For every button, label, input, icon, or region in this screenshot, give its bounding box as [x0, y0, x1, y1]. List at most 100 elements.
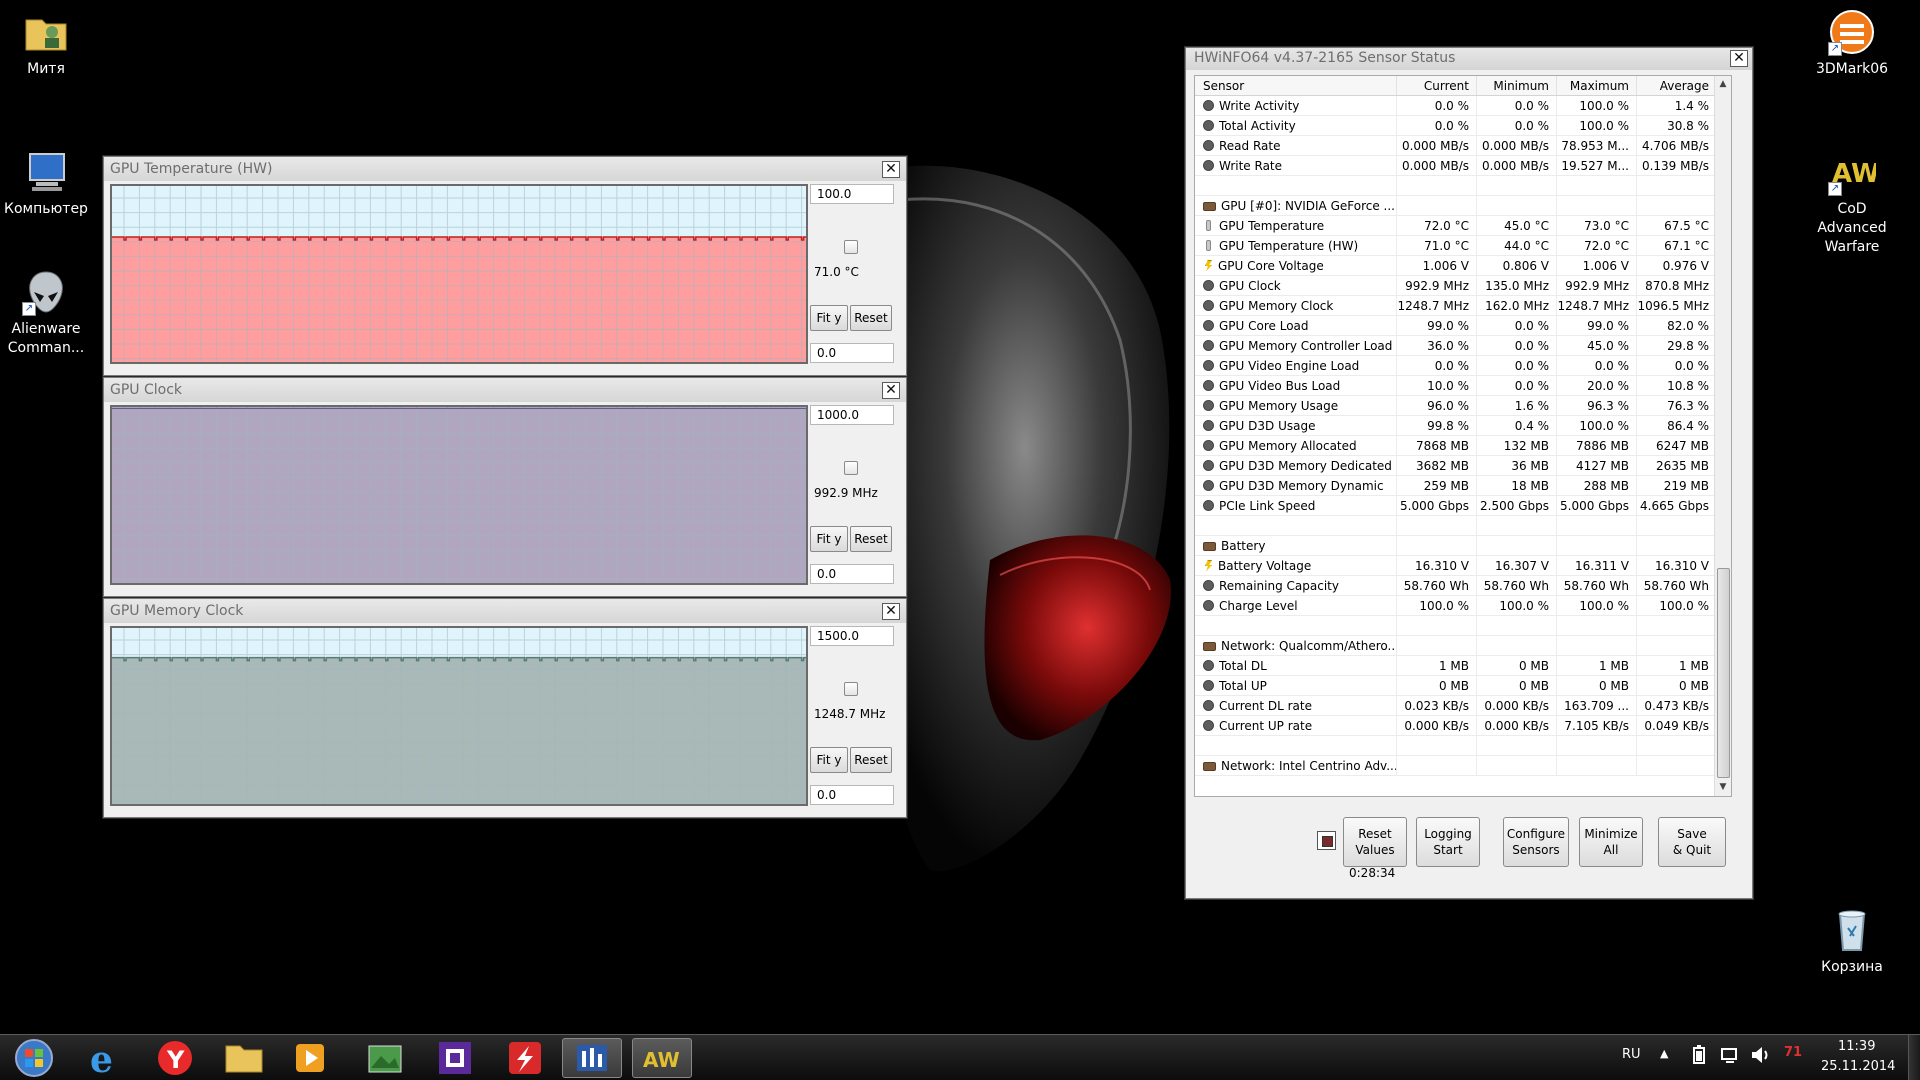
logging-start-button[interactable]: Logging Start — [1416, 817, 1480, 867]
graph-min-field[interactable]: 0.0 — [810, 564, 894, 584]
column-header-average[interactable]: Average — [1637, 76, 1717, 95]
sensor-row[interactable]: GPU Clock 992.9 MHz 135.0 MHz 992.9 MHz 870.… — [1195, 276, 1731, 296]
sensor-row[interactable]: Remaining Capacity 58.760 Wh 58.760 Wh 58.7… — [1195, 576, 1731, 596]
graph-max-field[interactable]: 100.0 — [810, 184, 894, 204]
vertical-scrollbar[interactable]: ▲ ▼ — [1714, 76, 1731, 796]
taskbar-alienware-aw[interactable]: AW — [632, 1038, 692, 1078]
sensor-row[interactable]: GPU Memory Allocated 7868 MB 132 MB 7886 MB… — [1195, 436, 1731, 456]
sensor-row[interactable]: Network: Qualcomm/Athero... — [1195, 636, 1731, 656]
sensor-row[interactable]: PCIe Link Speed 5.000 Gbps 2.500 Gbps 5.000… — [1195, 496, 1731, 516]
sensor-current-cell: 0.0 % — [1397, 116, 1477, 135]
sensor-row[interactable]: GPU Temperature (HW) 71.0 °C 44.0 °C 72.0 °… — [1195, 236, 1731, 256]
svg-text:Y: Y — [166, 1046, 185, 1074]
sensor-row[interactable]: Charge Level 100.0 % 100.0 % 100.0 % 100.0 % — [1195, 596, 1731, 616]
column-header-minimum[interactable]: Minimum — [1477, 76, 1557, 95]
sensor-row[interactable]: GPU Video Bus Load 10.0 % 0.0 % 20.0 % 10.8 … — [1195, 376, 1731, 396]
show-desktop-button[interactable] — [1908, 1035, 1920, 1080]
graph-window-titlebar[interactable]: GPU Memory Clock ✕ — [104, 599, 906, 623]
save-quit-button[interactable]: Save & Quit — [1658, 817, 1726, 867]
minimize-all-button[interactable]: Minimize All — [1579, 817, 1643, 867]
scroll-up-icon[interactable]: ▲ — [1715, 76, 1731, 93]
afterburner-tray-icon[interactable]: 71 — [1784, 1045, 1802, 1060]
sensor-row[interactable]: Write Activity 0.0 % 0.0 % 100.0 % 1.4 % — [1195, 96, 1731, 116]
sensor-row[interactable]: Total Activity 0.0 % 0.0 % 100.0 % 30.8 % — [1195, 116, 1731, 136]
fit-y-button[interactable]: Fit y — [810, 747, 848, 773]
desktop-icon-folder-user[interactable]: Митя — [0, 8, 92, 79]
show-hidden-icons-icon[interactable]: ▲ — [1660, 1047, 1668, 1060]
column-header-maximum[interactable]: Maximum — [1557, 76, 1637, 95]
network-icon[interactable] — [1720, 1045, 1740, 1069]
graph-checkbox[interactable] — [844, 240, 858, 254]
taskbar-hwinfo[interactable] — [562, 1038, 622, 1078]
volume-icon[interactable] — [1750, 1045, 1772, 1069]
sensor-row-spacer[interactable] — [1195, 516, 1731, 536]
hwinfo-titlebar[interactable]: HWiNFO64 v4.37-2165 Sensor Status ✕ — [1186, 48, 1752, 70]
sensor-row[interactable]: GPU D3D Memory Dynamic 259 MB 18 MB 288 MB 2… — [1195, 476, 1731, 496]
configure-sensors-button[interactable]: Configure Sensors — [1503, 817, 1569, 867]
sensor-row[interactable]: GPU Memory Usage 96.0 % 1.6 % 96.3 % 76.3 % — [1195, 396, 1731, 416]
fit-y-button[interactable]: Fit y — [810, 305, 848, 331]
sensor-row[interactable]: GPU D3D Memory Dedicated 3682 MB 36 MB 4127… — [1195, 456, 1731, 476]
sensor-row-spacer[interactable] — [1195, 616, 1731, 636]
desktop-icon-3dmark[interactable]: ↗ 3DMark06 — [1806, 8, 1898, 79]
taskbar-cpu-z[interactable] — [425, 1038, 485, 1078]
close-button[interactable]: ✕ — [882, 603, 900, 620]
sensor-row[interactable]: GPU Memory Clock 1248.7 MHz 162.0 MHz 1248.… — [1195, 296, 1731, 316]
reset-button[interactable]: Reset — [850, 747, 892, 773]
sensor-row[interactable]: GPU D3D Usage 99.8 % 0.4 % 100.0 % 86.4 % — [1195, 416, 1731, 436]
sensor-row[interactable]: GPU Core Voltage 1.006 V 0.806 V 1.006 V 0.9… — [1195, 256, 1731, 276]
taskbar-msi-afterburner[interactable] — [495, 1038, 555, 1078]
sensor-row[interactable]: GPU Temperature 72.0 °C 45.0 °C 73.0 °C 67.5… — [1195, 216, 1731, 236]
sensor-row[interactable]: GPU Core Load 99.0 % 0.0 % 99.0 % 82.0 % — [1195, 316, 1731, 336]
reset-button[interactable]: Reset — [850, 305, 892, 331]
reset-values-button[interactable]: Reset Values — [1343, 817, 1407, 867]
sensor-row[interactable]: Total DL 1 MB 0 MB 1 MB 1 MB — [1195, 656, 1731, 676]
sensor-list[interactable]: Sensor Current Minimum Maximum Average W… — [1194, 75, 1732, 797]
timer-icon[interactable] — [1317, 831, 1336, 850]
sensor-row[interactable]: GPU [#0]: NVIDIA GeForce ... — [1195, 196, 1731, 216]
taskbar-internet-explorer[interactable]: e — [75, 1038, 135, 1080]
graph-min-field[interactable]: 0.0 — [810, 343, 894, 363]
scroll-thumb[interactable] — [1717, 568, 1730, 778]
sensor-row-spacer[interactable] — [1195, 736, 1731, 756]
sensor-row[interactable]: Battery Voltage 16.310 V 16.307 V 16.311 V1… — [1195, 556, 1731, 576]
graph-window-titlebar[interactable]: GPU Clock ✕ — [104, 378, 906, 402]
graph-checkbox[interactable] — [844, 682, 858, 696]
graph-window-titlebar[interactable]: GPU Temperature (HW) ✕ — [104, 157, 906, 181]
desktop-icon-cod[interactable]: AW ↗ CoD Advanced Warfare — [1806, 148, 1898, 257]
sensor-row[interactable]: Write Rate 0.000 MB/s 0.000 MB/s 19.527 M..… — [1195, 156, 1731, 176]
sensor-row[interactable]: GPU Memory Controller Load 36.0 % 0.0 % 45.… — [1195, 336, 1731, 356]
close-button[interactable]: ✕ — [882, 382, 900, 399]
language-indicator[interactable]: RU — [1622, 1047, 1641, 1062]
sensor-row[interactable]: Total UP 0 MB 0 MB 0 MB 0 MB — [1195, 676, 1731, 696]
sensor-row[interactable]: Current DL rate 0.023 KB/s 0.000 KB/s 163.7… — [1195, 696, 1731, 716]
taskbar-media-player[interactable] — [280, 1038, 340, 1078]
taskbar-start-button[interactable] — [4, 1038, 64, 1078]
fit-y-button[interactable]: Fit y — [810, 526, 848, 552]
taskbar-image-viewer[interactable] — [355, 1038, 415, 1078]
sensor-row[interactable]: Current UP rate 0.000 KB/s 0.000 KB/s 7.105… — [1195, 716, 1731, 736]
column-header-sensor[interactable]: Sensor — [1195, 76, 1397, 95]
column-header-current[interactable]: Current — [1397, 76, 1477, 95]
sensor-row[interactable]: Battery — [1195, 536, 1731, 556]
desktop-icon-computer[interactable]: Компьютер — [0, 148, 92, 219]
close-button[interactable]: ✕ — [1730, 50, 1748, 67]
sensor-row[interactable]: Network: Intel Centrino Adv... — [1195, 756, 1731, 776]
sensor-row[interactable]: Read Rate 0.000 MB/s 0.000 MB/s 78.953 M...… — [1195, 136, 1731, 156]
graph-max-field[interactable]: 1500.0 — [810, 626, 894, 646]
desktop-icon-alienware[interactable]: ↗ Alienware Comman... — [0, 268, 92, 358]
graph-max-field[interactable]: 1000.0 — [810, 405, 894, 425]
graph-checkbox[interactable] — [844, 461, 858, 475]
taskbar-yandex-browser[interactable]: Y — [145, 1038, 205, 1078]
clock-date[interactable]: 25.11.2014 — [1821, 1059, 1895, 1074]
sensor-row[interactable]: GPU Video Engine Load 0.0 % 0.0 % 0.0 % 0.0 … — [1195, 356, 1731, 376]
close-button[interactable]: ✕ — [882, 161, 900, 178]
sensor-row-spacer[interactable] — [1195, 176, 1731, 196]
scroll-down-icon[interactable]: ▼ — [1715, 779, 1731, 796]
graph-min-field[interactable]: 0.0 — [810, 785, 894, 805]
reset-button[interactable]: Reset — [850, 526, 892, 552]
taskbar-file-explorer[interactable] — [214, 1038, 274, 1078]
clock-time[interactable]: 11:39 — [1838, 1039, 1875, 1054]
battery-icon[interactable] — [1690, 1045, 1708, 1069]
desktop-icon-recycle-bin[interactable]: Корзина — [1806, 906, 1898, 977]
